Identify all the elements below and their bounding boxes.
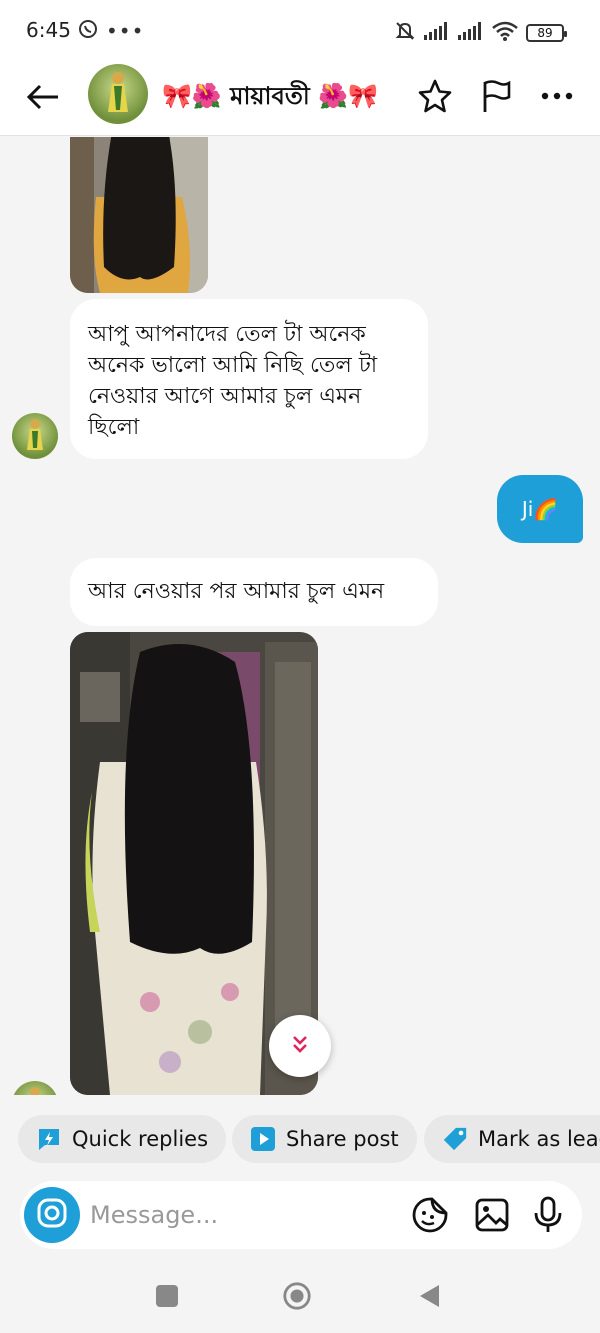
signal-icon xyxy=(458,22,484,44)
outgoing-message-bubble[interactable]: Ji🌈 xyxy=(497,475,583,543)
avatar[interactable] xyxy=(88,64,148,124)
back-nav-icon[interactable] xyxy=(414,1281,444,1311)
message-input[interactable] xyxy=(90,1195,340,1235)
scroll-to-bottom-button[interactable] xyxy=(269,1015,331,1077)
message-text: Ji🌈 xyxy=(521,497,559,521)
chat-header: 🎀🌺 মায়াবতী 🌺🎀 xyxy=(0,60,600,136)
microphone-icon[interactable] xyxy=(528,1195,568,1235)
battery-icon: 89 xyxy=(526,24,567,42)
message-composer xyxy=(20,1181,582,1249)
chip-label: Quick replies xyxy=(72,1127,209,1151)
status-bar: 6:45 ••• 89 xyxy=(0,0,600,60)
message-text: আর নেওয়ার পর আমার চুল এমন xyxy=(88,579,385,604)
quick-actions-bar: Quick replies Share post Mark as lead xyxy=(0,1095,600,1179)
status-time: 6:45 xyxy=(26,18,71,42)
star-icon[interactable] xyxy=(413,74,457,118)
system-nav-bar xyxy=(0,1255,600,1333)
quick-replies-button[interactable]: Quick replies xyxy=(18,1115,227,1163)
sticker-icon[interactable] xyxy=(410,1195,450,1235)
image-message[interactable] xyxy=(70,137,208,293)
more-options-icon[interactable] xyxy=(535,74,579,118)
signal-icon xyxy=(424,22,450,44)
chip-label: Mark as lead xyxy=(478,1127,600,1151)
incoming-message-bubble[interactable]: আপু আপনাদের তেল টা অনেক অনেক ভালো আমি নি… xyxy=(70,299,428,459)
recents-icon[interactable] xyxy=(152,1281,182,1311)
camera-button[interactable] xyxy=(24,1187,80,1243)
message-line: নেওয়ার আগে আমার চুল এমন xyxy=(88,384,362,409)
chip-label: Share post xyxy=(286,1127,399,1151)
message-line: ছিলো xyxy=(88,415,140,440)
mute-icon xyxy=(394,20,416,46)
lightning-chat-icon xyxy=(36,1126,62,1152)
message-line: আপু আপনাদের তেল টা অনেক xyxy=(88,322,366,347)
mark-as-lead-button[interactable]: Mark as lead xyxy=(424,1115,600,1163)
wifi-icon xyxy=(492,21,518,45)
camera-icon xyxy=(37,1198,67,1232)
back-arrow-icon[interactable] xyxy=(24,78,62,116)
message-line: অনেক ভালো আমি নিছি তেল টা xyxy=(88,353,378,378)
avatar[interactable] xyxy=(12,413,58,459)
share-post-button[interactable]: Share post xyxy=(232,1115,417,1163)
avatar[interactable] xyxy=(12,1081,58,1095)
more-icon: ••• xyxy=(106,19,145,43)
home-icon[interactable] xyxy=(282,1281,312,1311)
play-post-icon xyxy=(250,1126,276,1152)
chat-thread[interactable]: আপু আপনাদের তেল টা অনেক অনেক ভালো আমি নি… xyxy=(0,137,600,1095)
incoming-message-bubble[interactable]: আর নেওয়ার পর আমার চুল এমন xyxy=(70,558,438,626)
whatsapp-icon xyxy=(78,19,98,43)
gallery-icon[interactable] xyxy=(472,1195,512,1235)
flag-icon[interactable] xyxy=(474,74,518,118)
contact-name[interactable]: 🎀🌺 মায়াবতী 🌺🎀 xyxy=(162,78,378,118)
tag-icon xyxy=(442,1126,468,1152)
chevron-double-down-icon xyxy=(289,1033,311,1059)
